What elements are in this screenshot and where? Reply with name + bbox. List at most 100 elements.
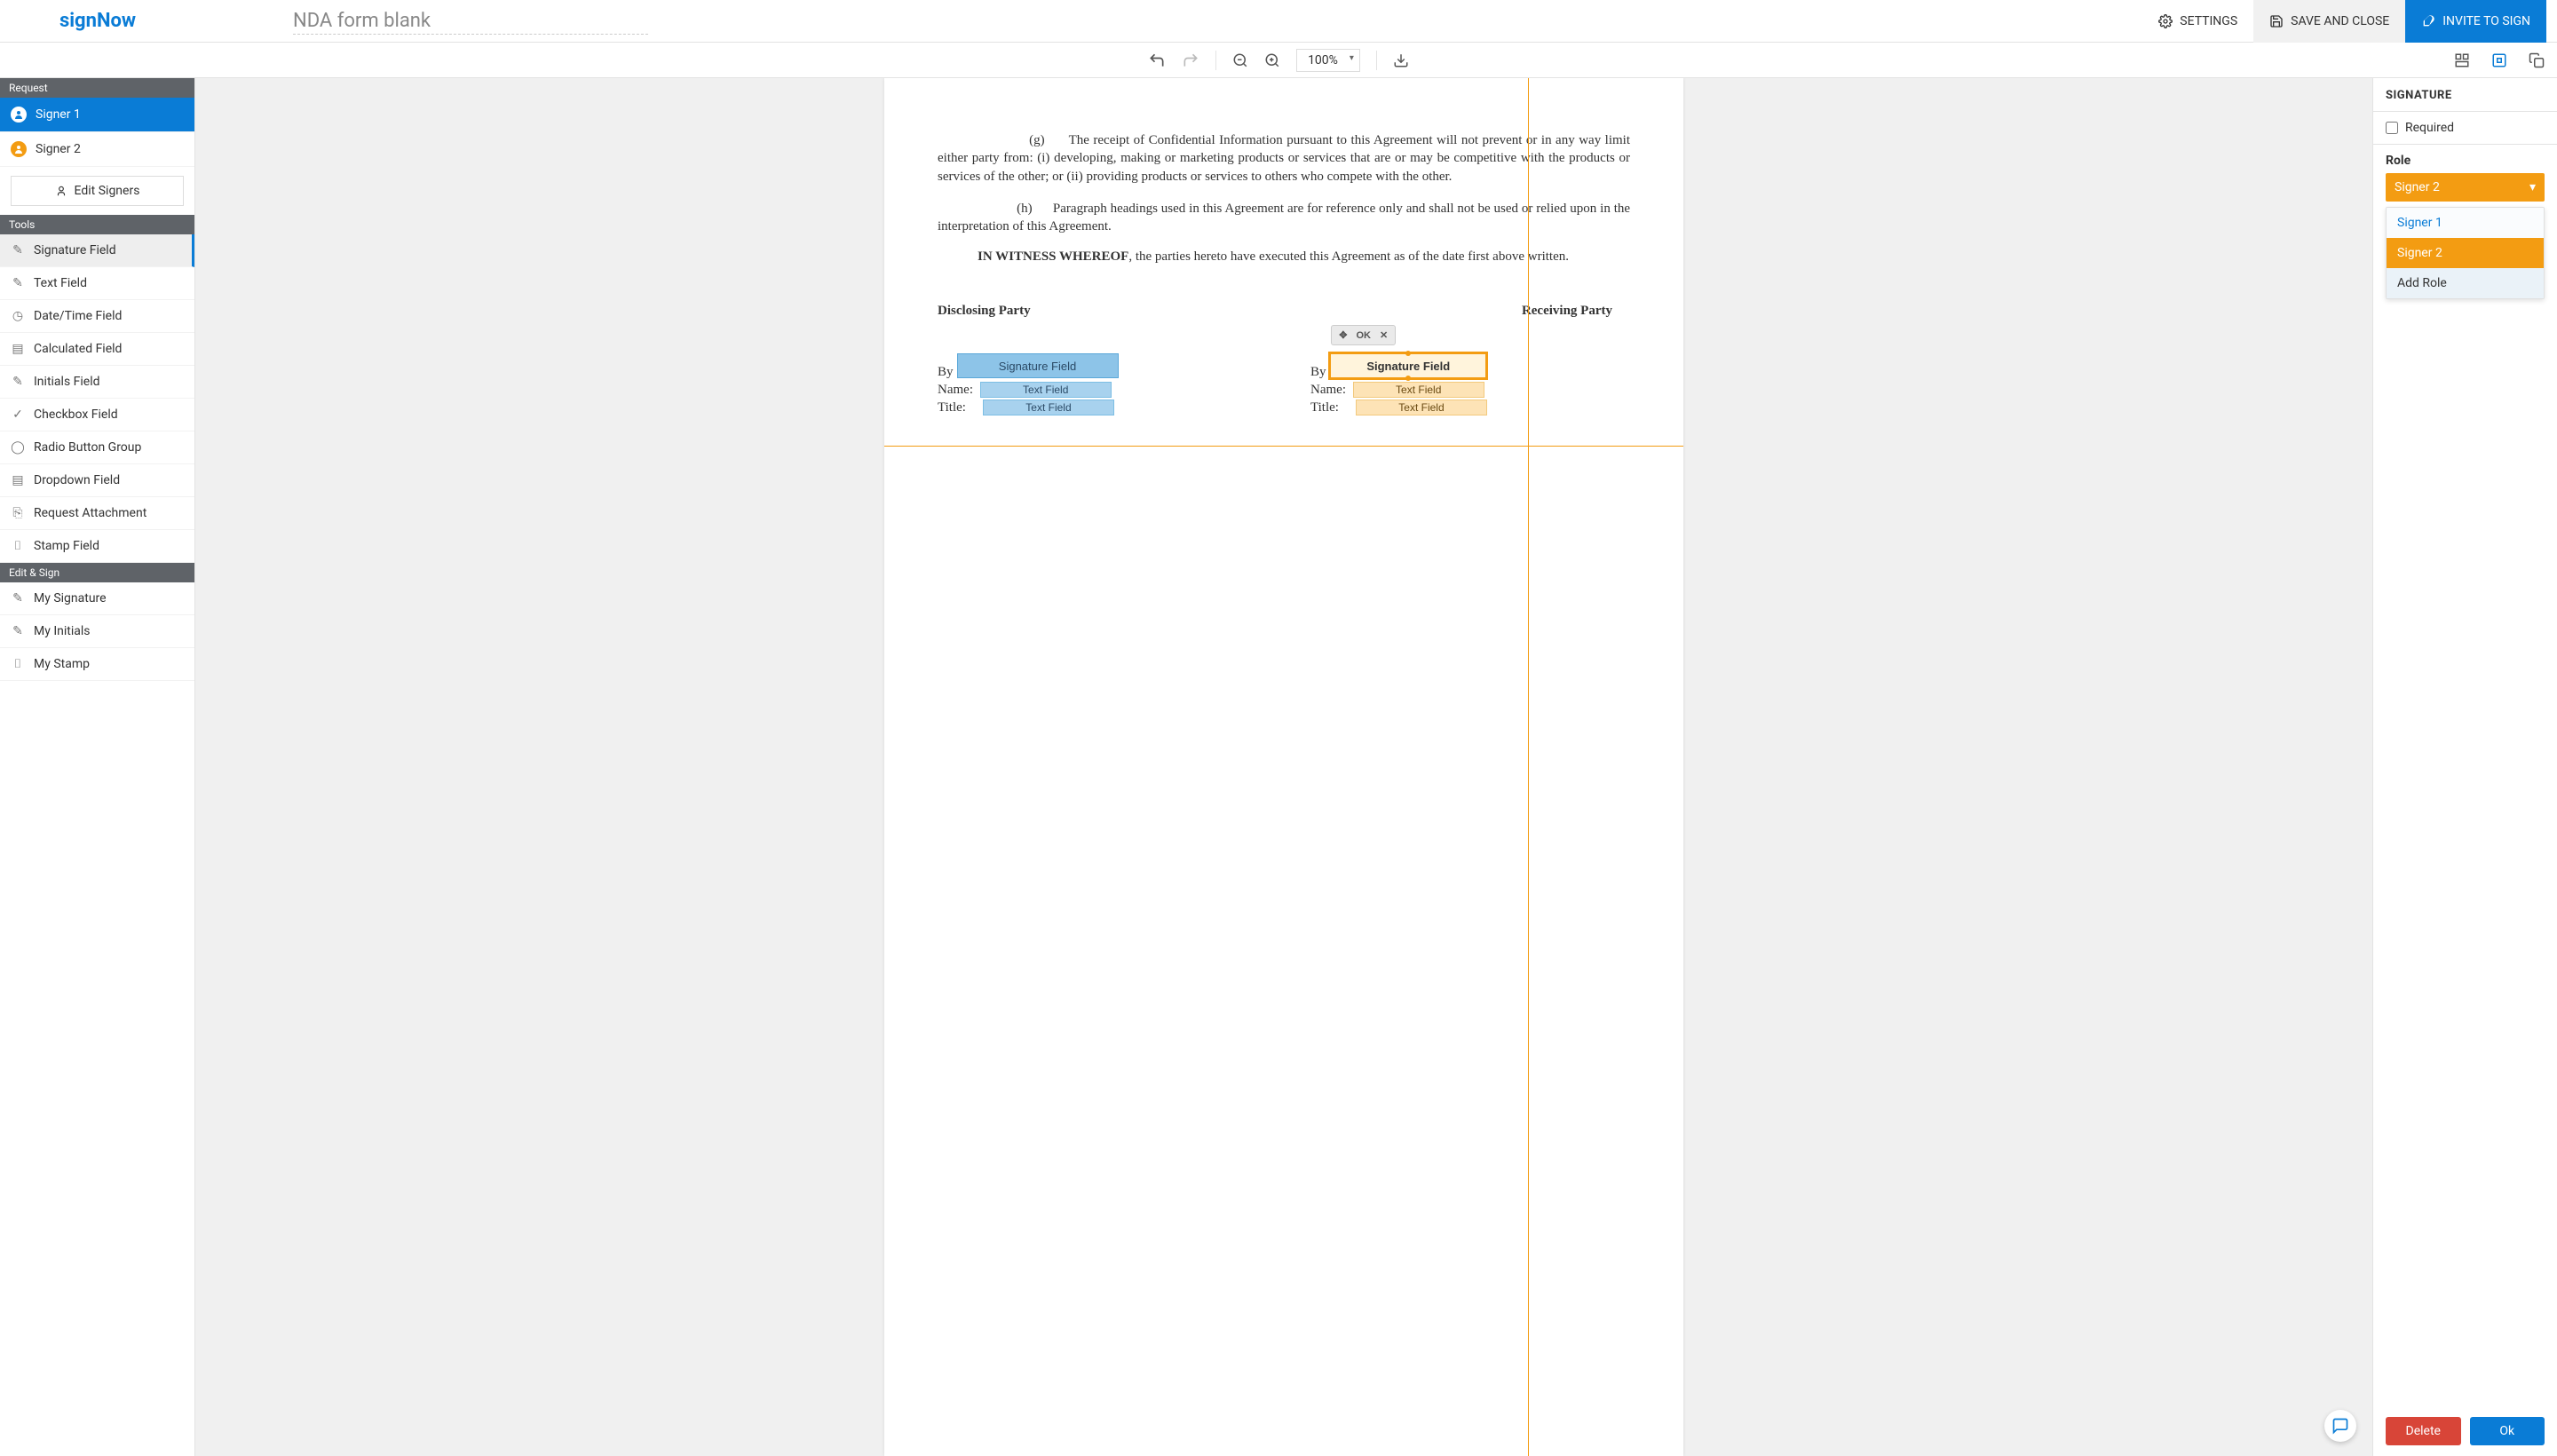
tool-my-initials[interactable]: ✎My Initials xyxy=(0,615,194,648)
save-close-button[interactable]: SAVE AND CLOSE xyxy=(2253,0,2405,43)
witness-rest: , the parties hereto have executed this … xyxy=(1128,249,1569,264)
text-icon: ✎ xyxy=(11,276,25,290)
tool-label: Text Field xyxy=(34,276,87,290)
role-dropdown: Signer 1 Signer 2 Add Role xyxy=(2386,207,2545,299)
clause-g-label: (g) xyxy=(1029,133,1045,147)
zoom-select[interactable]: 100% xyxy=(1296,49,1360,72)
settings-button[interactable]: SETTINGS xyxy=(2142,0,2253,43)
initials-icon: ✎ xyxy=(11,375,25,389)
document-canvas[interactable]: (g) The receipt of Confidential Informat… xyxy=(195,78,2372,1456)
feather-icon xyxy=(2421,14,2435,28)
save-icon xyxy=(2269,14,2284,28)
by-line-2: By Signature Field ✥ OK ✕ xyxy=(1310,365,1612,380)
invite-label: INVITE TO SIGN xyxy=(2442,14,2530,28)
paragraph-h: (h) Paragraph headings used in this Agre… xyxy=(938,200,1630,236)
zoom-in-icon[interactable] xyxy=(1264,52,1280,68)
tool-label: Radio Button Group xyxy=(34,440,141,455)
title-line-2: Title: Text Field xyxy=(1310,400,1612,415)
party-row: Disclosing Party Receiving Party xyxy=(938,304,1630,319)
required-label: Required xyxy=(2405,121,2454,135)
by-line-1: By Signature Field xyxy=(938,365,1239,380)
settings-label: SETTINGS xyxy=(2180,14,2237,28)
download-icon[interactable] xyxy=(1393,52,1409,68)
text-field-title-signer2[interactable]: Text Field xyxy=(1356,400,1487,415)
tool-my-signature[interactable]: ✎My Signature xyxy=(0,582,194,615)
required-checkbox[interactable] xyxy=(2386,122,2398,134)
role-option-signer1[interactable]: Signer 1 xyxy=(2387,208,2544,238)
name-line-2: Name: Text Field xyxy=(1310,382,1612,398)
zoom-out-icon[interactable] xyxy=(1232,52,1248,68)
chat-help-button[interactable] xyxy=(2324,1410,2356,1442)
tool-text-field[interactable]: ✎ Text Field xyxy=(0,267,194,300)
role-select-value: Signer 2 xyxy=(2395,180,2440,194)
disclosing-signature-block: By Signature Field Name: Text Field Titl… xyxy=(938,365,1239,415)
tool-label: My Stamp xyxy=(34,657,90,671)
left-sidebar: Request Signer 1 Signer 2 Edit Signers T… xyxy=(0,78,195,1456)
tool-label: Signature Field xyxy=(34,243,116,257)
text-field-title-signer1[interactable]: Text Field xyxy=(983,400,1114,415)
witness-bold: IN WITNESS WHEREOF xyxy=(978,249,1128,264)
tool-initials-field[interactable]: ✎ Initials Field xyxy=(0,366,194,399)
close-icon[interactable]: ✕ xyxy=(1380,329,1388,341)
tool-radio-field[interactable]: ◯ Radio Button Group xyxy=(0,431,194,464)
name-label: Name: xyxy=(938,383,973,397)
radio-icon: ◯ xyxy=(11,440,25,455)
signer-2-item[interactable]: Signer 2 xyxy=(0,132,194,167)
name-label: Name: xyxy=(1310,383,1346,397)
myinit-icon: ✎ xyxy=(11,624,25,638)
signer-1-item[interactable]: Signer 1 xyxy=(0,98,194,132)
alignment-guide-horizontal xyxy=(884,446,1683,447)
role-option-signer2[interactable]: Signer 2 xyxy=(2387,238,2544,268)
name-line-1: Name: Text Field xyxy=(938,382,1239,398)
tool-label: Calculated Field xyxy=(34,342,122,356)
copy-icon[interactable] xyxy=(2529,52,2545,68)
signature-field-signer2-selected[interactable]: Signature Field ✥ OK ✕ xyxy=(1329,352,1487,379)
signer1-avatar-icon xyxy=(11,107,27,123)
tool-calculated-field[interactable]: ▤ Calculated Field xyxy=(0,333,194,366)
panel-title: SIGNATURE xyxy=(2373,78,2557,112)
tool-label: Date/Time Field xyxy=(34,309,122,323)
tool-label: Dropdown Field xyxy=(34,473,120,487)
text-field-name-signer2[interactable]: Text Field xyxy=(1353,382,1484,398)
person-icon xyxy=(55,185,67,197)
tool-checkbox-field[interactable]: ✓Checkbox Field xyxy=(0,399,194,431)
clause-h-label: (h) xyxy=(1017,202,1033,216)
tool-dropdown-field[interactable]: ▤ Dropdown Field xyxy=(0,464,194,497)
text-field-name-signer1[interactable]: Text Field xyxy=(980,382,1112,398)
tool-label: Stamp Field xyxy=(34,539,99,553)
delete-button[interactable]: Delete xyxy=(2386,1417,2461,1445)
logo[interactable]: signNow xyxy=(0,10,195,32)
popover-ok-button[interactable]: OK xyxy=(1356,330,1371,341)
signer2-avatar-icon xyxy=(11,141,27,157)
edit-signers-button[interactable]: Edit Signers xyxy=(11,176,184,206)
fields-panel-icon[interactable] xyxy=(2491,52,2507,68)
panel-footer: Delete Ok xyxy=(2373,1406,2557,1456)
tool-my-stamp[interactable]: ⌷My Stamp xyxy=(0,648,194,681)
invite-to-sign-button[interactable]: INVITE TO SIGN xyxy=(2405,0,2546,43)
move-icon[interactable]: ✥ xyxy=(1339,329,1347,341)
tool-label: Request Attachment xyxy=(34,506,146,520)
clause-h-text: Paragraph headings used in this Agreemen… xyxy=(938,202,1630,233)
signature-field-signer1[interactable]: Signature Field xyxy=(957,353,1119,378)
paragraph-g: (g) The receipt of Confidential Informat… xyxy=(938,131,1630,186)
header: signNow NDA form blank SETTINGS SAVE AND… xyxy=(0,0,2557,43)
tool-datetime-field[interactable]: ◷Date/Time Field xyxy=(0,300,194,333)
dropdown-icon: ▤ xyxy=(11,473,25,487)
role-select[interactable]: Signer 2 ▾ xyxy=(2386,173,2545,202)
role-option-add[interactable]: Add Role xyxy=(2387,268,2544,298)
required-row[interactable]: Required xyxy=(2373,112,2557,145)
tool-signature-field[interactable]: ✎Signature Field xyxy=(0,234,194,267)
redo-icon[interactable] xyxy=(1182,51,1199,69)
tool-attachment-field[interactable]: ⎘Request Attachment xyxy=(0,497,194,530)
tool-stamp-field[interactable]: ⌷Stamp Field xyxy=(0,530,194,563)
gear-icon xyxy=(2158,14,2173,28)
calc-icon: ▤ xyxy=(11,342,25,356)
by-label: By xyxy=(938,365,954,379)
doc-title-input[interactable]: NDA form blank xyxy=(293,8,648,35)
ok-button[interactable]: Ok xyxy=(2470,1417,2545,1445)
receiving-party-label: Receiving Party xyxy=(1522,304,1612,319)
field-action-popover: ✥ OK ✕ xyxy=(1331,325,1396,345)
layout-icon[interactable] xyxy=(2454,52,2470,68)
undo-icon[interactable] xyxy=(1148,51,1166,69)
tool-label: Initials Field xyxy=(34,375,100,389)
